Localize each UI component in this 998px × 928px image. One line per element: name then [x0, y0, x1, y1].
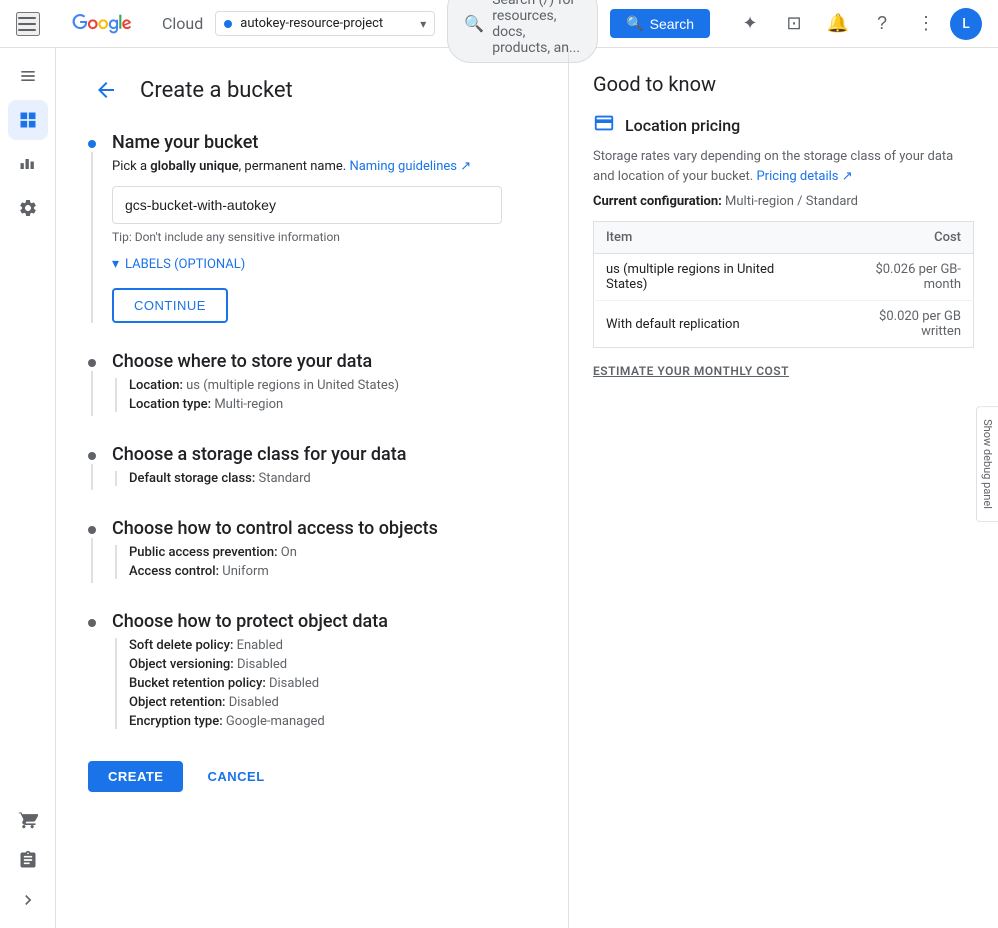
labels-toggle[interactable]: ▾ LABELS (OPTIONAL)	[112, 256, 536, 272]
step-4-bullet	[88, 526, 96, 534]
step-1-bullet	[88, 140, 96, 148]
location-pricing-card: Location pricing Storage rates vary depe…	[593, 112, 974, 378]
page-title: Create a bucket	[140, 78, 293, 103]
search-icon: 🔍	[464, 14, 484, 33]
good-to-know-title: Good to know	[593, 72, 974, 96]
pricing-table: Item Cost us (multiple regions in United…	[593, 221, 974, 348]
current-config: Current configuration: Multi-region / St…	[593, 194, 974, 209]
step-5-bullet	[88, 619, 96, 627]
avatar[interactable]: L	[950, 8, 982, 40]
sidebar	[0, 48, 56, 928]
step-5-obj-retention: Object retention: Disabled	[129, 695, 536, 710]
input-tip: Tip: Don't include any sensitive informa…	[112, 230, 536, 244]
step-5-title: Choose how to protect object data	[112, 611, 536, 632]
table-cell-item: us (multiple regions in United States)	[594, 254, 827, 301]
table-cell-cost: $0.026 per GB-month	[826, 254, 973, 301]
bookmark-icon[interactable]: ✦	[730, 4, 770, 44]
sidebar-bottom	[8, 800, 48, 920]
cancel-button[interactable]: CANCEL	[199, 761, 272, 792]
settings-more-icon[interactable]: ⋮	[906, 4, 946, 44]
step-5-retention: Bucket retention policy: Disabled	[129, 676, 536, 691]
step-5-encryption: Encryption type: Google-managed	[129, 714, 536, 729]
step-3-details: Default storage class: Standard	[115, 471, 536, 486]
main-layout: Create a bucket Name your bucket Pick a …	[0, 48, 998, 928]
google-logo-svg	[52, 14, 152, 34]
right-panel: Good to know Location pricing Storage ra…	[568, 48, 998, 928]
table-row: With default replication $0.020 per GB w…	[594, 301, 974, 348]
step-5-content: Choose how to protect object data Soft d…	[112, 611, 536, 733]
step-3: Choose a storage class for your data Def…	[88, 444, 536, 490]
card-title: Location pricing	[625, 116, 740, 135]
project-selector[interactable]: autokey-resource-project ▾	[215, 11, 435, 36]
bucket-name-input[interactable]	[112, 186, 502, 224]
sidebar-expand-icon[interactable]	[8, 880, 48, 920]
sidebar-cart-icon[interactable]	[8, 800, 48, 840]
search-button[interactable]: 🔍 Search	[610, 9, 710, 38]
step-4-access-control: Access control: Uniform	[129, 564, 536, 579]
step-1: Name your bucket Pick a globally unique,…	[88, 132, 536, 323]
table-cell-cost: $0.020 per GB written	[826, 301, 973, 348]
step-2-location: Location: us (multiple regions in United…	[129, 378, 536, 393]
sidebar-home-icon[interactable]	[8, 56, 48, 96]
cloud-text: Cloud	[162, 14, 203, 33]
google-cloud-logo[interactable]: Cloud	[52, 14, 203, 34]
step-4-public-access: Public access prevention: On	[129, 545, 536, 560]
step-1-title: Name your bucket	[112, 132, 536, 153]
step-3-title: Choose a storage class for your data	[112, 444, 536, 465]
table-cell-item: With default replication	[594, 301, 827, 348]
step-2-details: Location: us (multiple regions in United…	[115, 378, 536, 412]
card-header: Location pricing	[593, 112, 974, 139]
help-icon[interactable]: ?	[862, 4, 902, 44]
bottom-actions: CREATE CANCEL	[88, 761, 536, 792]
continue-button[interactable]: CONTINUE	[112, 288, 228, 323]
chevron-down-icon: ▾	[112, 256, 119, 272]
create-button[interactable]: CREATE	[88, 761, 183, 792]
main-content: Create a bucket Name your bucket Pick a …	[56, 48, 568, 928]
step-3-content: Choose a storage class for your data Def…	[112, 444, 536, 490]
sidebar-analytics-icon[interactable]	[8, 144, 48, 184]
step-1-subtitle: Pick a globally unique, permanent name. …	[112, 159, 536, 174]
sidebar-clipboard-icon[interactable]	[8, 840, 48, 880]
step-2-bullet	[88, 359, 96, 367]
chevron-down-icon: ▾	[420, 17, 426, 31]
estimate-monthly-cost-link[interactable]: ESTIMATE YOUR MONTHLY COST	[593, 364, 974, 378]
card-desc: Storage rates vary depending on the stor…	[593, 147, 974, 186]
hamburger-menu[interactable]	[16, 12, 40, 36]
page-header: Create a bucket	[88, 72, 536, 108]
step-2-content: Choose where to store your data Location…	[112, 351, 536, 416]
debug-panel-toggle[interactable]: Show debug panel	[976, 406, 998, 522]
step-2-title: Choose where to store your data	[112, 351, 536, 372]
step-5-versioning: Object versioning: Disabled	[129, 657, 536, 672]
step-2: Choose where to store your data Location…	[88, 351, 536, 416]
sidebar-products-icon[interactable]	[8, 100, 48, 140]
step-5-details: Soft delete policy: Enabled Object versi…	[115, 638, 536, 729]
step-4: Choose how to control access to objects …	[88, 518, 536, 583]
step-4-content: Choose how to control access to objects …	[112, 518, 536, 583]
top-navigation: Cloud autokey-resource-project ▾ 🔍 Searc…	[0, 0, 998, 48]
notification-icon[interactable]: 🔔	[818, 4, 858, 44]
step-2-location-type: Location type: Multi-region	[129, 397, 536, 412]
project-name: autokey-resource-project	[240, 16, 412, 31]
step-4-details: Public access prevention: On Access cont…	[115, 545, 536, 579]
pricing-details-link[interactable]: Pricing details ↗	[756, 169, 852, 184]
step-1-content: Name your bucket Pick a globally unique,…	[112, 132, 536, 323]
back-button[interactable]	[88, 72, 124, 108]
search-icon-btn: 🔍	[626, 15, 643, 32]
project-dot	[224, 20, 232, 28]
nav-icons: ✦ ⊡ 🔔 ? ⋮ L	[730, 4, 982, 44]
credit-card-icon	[593, 112, 615, 139]
table-col-item: Item	[594, 222, 827, 254]
step-4-title: Choose how to control access to objects	[112, 518, 536, 539]
step-3-storage-class: Default storage class: Standard	[129, 471, 536, 486]
sidebar-settings-icon[interactable]	[8, 188, 48, 228]
table-row: us (multiple regions in United States) $…	[594, 254, 974, 301]
table-col-cost: Cost	[826, 222, 973, 254]
terminal-icon[interactable]: ⊡	[774, 4, 814, 44]
step-5: Choose how to protect object data Soft d…	[88, 611, 536, 733]
step-5-soft-delete: Soft delete policy: Enabled	[129, 638, 536, 653]
step-3-bullet	[88, 452, 96, 460]
naming-guidelines-link[interactable]: Naming guidelines ↗	[349, 159, 471, 174]
